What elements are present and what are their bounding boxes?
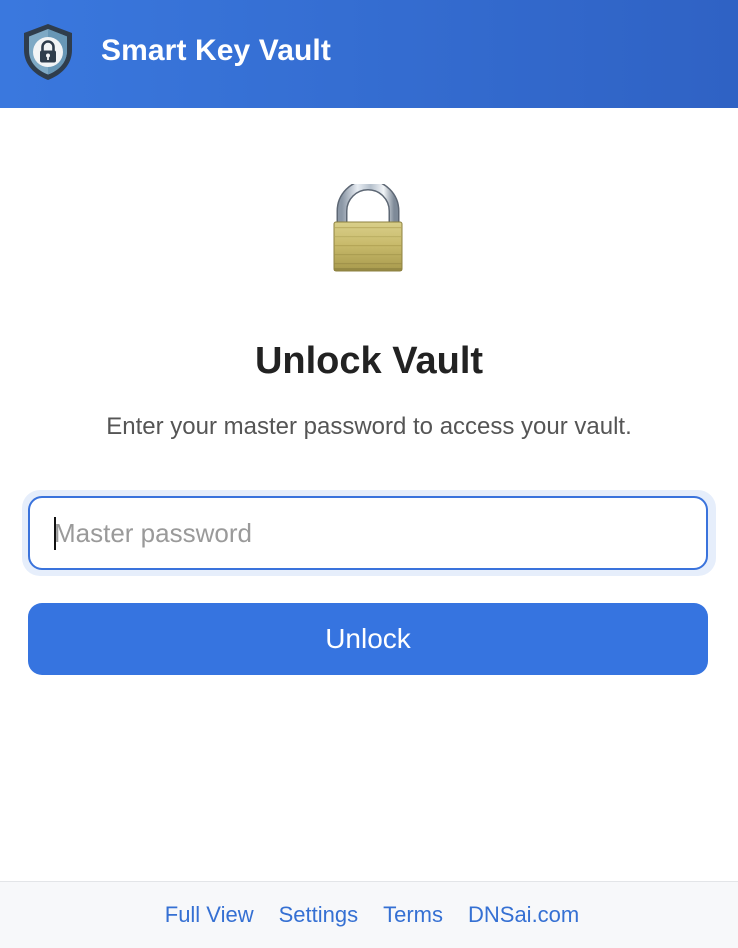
settings-link[interactable]: Settings <box>279 902 359 928</box>
terms-link[interactable]: Terms <box>383 902 443 928</box>
full-view-link[interactable]: Full View <box>165 902 254 928</box>
padlock-icon <box>333 184 403 272</box>
dnsai-link[interactable]: DNSai.com <box>468 902 579 928</box>
unlock-button[interactable]: Unlock <box>28 603 708 675</box>
footer-links: Full View Settings Terms DNSai.com <box>0 881 738 948</box>
app-title: Smart Key Vault <box>101 34 331 67</box>
page-subtitle: Enter your master password to access you… <box>106 413 632 440</box>
header-bar: Smart Key Vault <box>0 0 738 108</box>
vault-popup: Smart Key Vault Unlock Vault Enter your … <box>0 0 738 948</box>
master-password-input[interactable] <box>28 496 708 570</box>
page-title: Unlock Vault <box>254 340 484 382</box>
text-caret <box>54 517 56 550</box>
shield-lock-icon <box>24 24 72 80</box>
